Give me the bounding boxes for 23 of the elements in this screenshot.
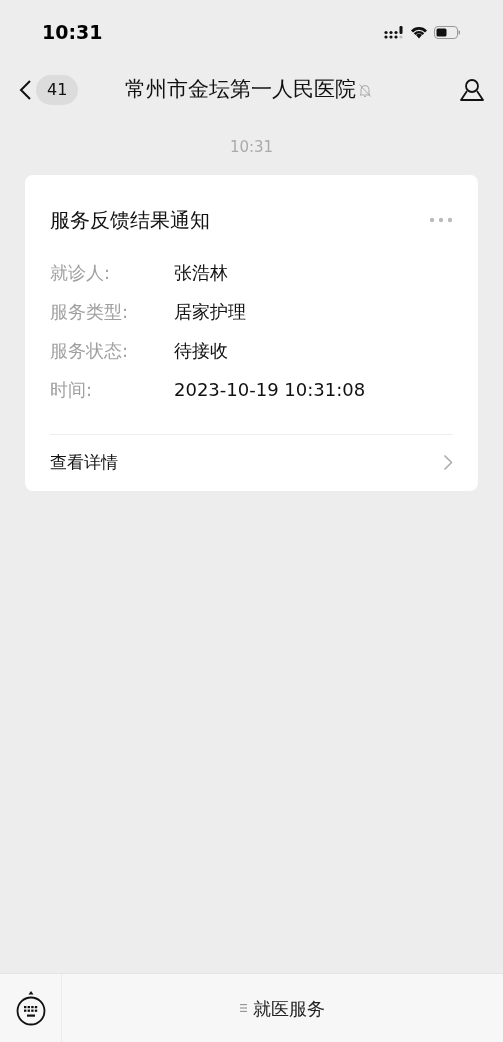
field-value: 2023-10-19 10:31:08 <box>174 378 366 402</box>
chevron-right-icon <box>443 454 453 471</box>
unread-count-badge[interactable]: 41 <box>36 75 79 105</box>
card-title: 服务反馈结果通知 <box>50 206 210 234</box>
muted-bell-icon <box>358 82 373 98</box>
chat-title: 常州市金坛第一人民医院 <box>125 76 357 104</box>
field-value: 居家护理 <box>174 300 246 324</box>
keyboard-toggle-icon[interactable] <box>14 990 47 1026</box>
signal-icon <box>384 25 404 39</box>
menu-icon <box>240 1004 247 1012</box>
field-value: 待接收 <box>174 339 228 363</box>
field-value: 张浩林 <box>174 261 228 285</box>
field-label: 服务状态: <box>50 339 130 363</box>
profile-icon[interactable] <box>459 78 485 102</box>
back-icon[interactable] <box>18 79 32 101</box>
battery-icon <box>434 25 461 39</box>
wifi-icon <box>410 25 428 39</box>
field-label: 就诊人: <box>50 261 112 285</box>
field-label: 时间: <box>50 378 94 402</box>
field-label: 服务类型: <box>50 300 130 324</box>
status-time: 10:31 <box>42 19 103 45</box>
view-details-link[interactable]: 查看详情 <box>50 434 453 491</box>
message-timestamp: 10:31 <box>229 137 274 158</box>
